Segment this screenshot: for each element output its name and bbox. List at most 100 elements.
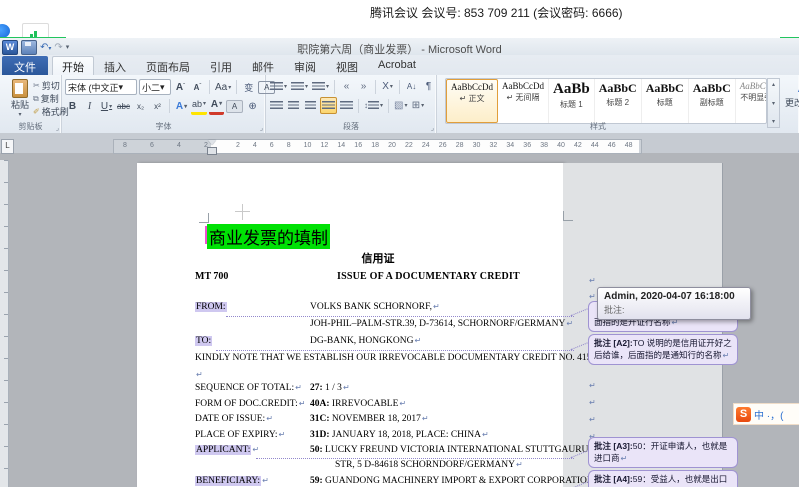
- tab-审阅[interactable]: 审阅: [284, 56, 326, 75]
- numbering-button[interactable]: ▾: [290, 79, 309, 94]
- style-item-无间隔[interactable]: AaBbCcDd↵ 无间隔: [498, 79, 549, 123]
- asian-layout-button[interactable]: X▾: [380, 79, 395, 94]
- doc-row[interactable]: ↵: [195, 370, 595, 383]
- tab-开始[interactable]: 开始: [52, 56, 94, 75]
- tab-引用[interactable]: 引用: [200, 56, 242, 75]
- first-line-indent-marker[interactable]: [208, 140, 216, 145]
- ruler-number: 6: [270, 142, 274, 149]
- clipboard-dialog-launcher[interactable]: ⌟: [56, 124, 59, 132]
- input-method-bar[interactable]: S 中 ·，(: [733, 403, 799, 425]
- subscript-button[interactable]: x₂: [133, 99, 148, 114]
- comment-balloon-3[interactable]: 批注 [A3]:50：开证申请人，也就是进口商↵: [588, 437, 738, 468]
- doc-label: TO:: [195, 336, 212, 346]
- ruler-number: 12: [321, 142, 329, 149]
- doc-title-highlighted[interactable]: 商业发票的填制: [207, 224, 330, 249]
- comment-balloon-2[interactable]: 批注 [A2]:TO 说明的是信用证开好之后给谁，后面指的是通知行的名称↵: [588, 334, 738, 365]
- doc-row[interactable]: APPLICANT:↵50: LUCKY FREUND VICTORIA INT…: [195, 445, 595, 458]
- doc-row[interactable]: DATE OF ISSUE:↵31C: NOVEMBER 18, 2017↵: [195, 414, 595, 427]
- doc-value: 50: LUCKY FREUND VICTORIA INTERNATIONAL …: [310, 445, 606, 455]
- font-color-button[interactable]: A▾: [209, 97, 224, 115]
- tab-插入[interactable]: 插入: [94, 56, 136, 75]
- borders-button[interactable]: ⊞▾: [410, 98, 425, 113]
- style-item-标题1[interactable]: AaBb标题 1: [549, 79, 595, 123]
- doc-row[interactable]: KINDLY NOTE THAT WE ESTABLISH OUR IRREVO…: [195, 353, 595, 366]
- underline-button[interactable]: U▾: [99, 99, 114, 114]
- tab-Acrobat[interactable]: Acrobat: [368, 56, 426, 75]
- paragraph-mark: ↵: [195, 370, 203, 380]
- paragraph-mark: ↵: [589, 276, 596, 285]
- align-center-button[interactable]: [286, 98, 301, 113]
- ruler-number: 18: [371, 142, 379, 149]
- phonetic-guide-button[interactable]: 变: [241, 80, 256, 95]
- align-right-button[interactable]: [303, 98, 318, 113]
- tab-页面布局[interactable]: 页面布局: [136, 56, 200, 75]
- doc-mt700[interactable]: MT 700: [195, 271, 228, 282]
- justify-button[interactable]: [320, 97, 337, 114]
- doc-row[interactable]: PLACE OF EXPIRY:↵31D: JANUARY 18, 2018, …: [195, 430, 595, 443]
- italic-button[interactable]: I: [82, 99, 97, 114]
- doc-heading[interactable]: 信用证: [195, 250, 561, 266]
- doc-row[interactable]: SEQUENCE OF TOTAL:↵27: 1 / 3↵: [195, 383, 595, 396]
- bullets-button[interactable]: ▾: [269, 79, 288, 94]
- enclose-characters-button[interactable]: ⊕: [245, 99, 260, 114]
- decrease-indent-button[interactable]: «: [339, 79, 354, 94]
- tab-文件[interactable]: 文件: [2, 56, 48, 75]
- doc-value: VOLKS BANK SCHORNORF,↵: [310, 302, 440, 312]
- doc-value: 31C: NOVEMBER 18, 2017↵: [310, 414, 429, 424]
- line-spacing-button[interactable]: ↕▾: [363, 98, 384, 113]
- doc-label: FORM OF DOC.CREDIT:↵: [195, 399, 305, 409]
- increase-indent-button[interactable]: »: [356, 79, 371, 94]
- comment-balloon-4[interactable]: 批注 [A4]:59：受益人，也就是出口↵: [588, 470, 738, 487]
- change-case-button[interactable]: Aa▾: [214, 80, 232, 95]
- doc-text: KINDLY NOTE THAT WE ESTABLISH OUR IRREVO…: [195, 353, 609, 363]
- doc-issue-title[interactable]: ISSUE OF A DOCUMENTARY CREDIT: [337, 271, 520, 282]
- show-marks-button[interactable]: ¶: [421, 79, 436, 94]
- style-item-标题[interactable]: AaBbC标题: [642, 79, 689, 123]
- shrink-font-button[interactable]: Aˇ: [190, 80, 205, 95]
- style-item-标题2[interactable]: AaBbC标题 2: [595, 79, 642, 123]
- doc-row[interactable]: FORM OF DOC.CREDIT:↵40A: IRREVOCABLE↵: [195, 399, 595, 412]
- doc-row[interactable]: FROM:VOLKS BANK SCHORNORF,↵: [195, 302, 595, 315]
- superscript-button[interactable]: x²: [150, 99, 165, 114]
- style-name: 标题 2: [599, 97, 637, 108]
- horizontal-ruler[interactable]: 8642246810121416182022242628303234363840…: [113, 139, 642, 154]
- tab-视图[interactable]: 视图: [326, 56, 368, 75]
- text-effects-button[interactable]: A▾: [174, 99, 189, 114]
- distribute-button[interactable]: [339, 98, 354, 113]
- change-styles-button[interactable]: A 更改样式 ▾: [783, 79, 799, 116]
- font-size-combo[interactable]: 小二▾: [139, 79, 171, 95]
- sogou-icon[interactable]: S: [736, 407, 751, 422]
- style-name: 标题 1: [553, 99, 590, 110]
- doc-row[interactable]: JOH-PHIL–PALM-STR.39, D-73614, SCHORNORF…: [195, 319, 595, 332]
- vertical-ruler[interactable]: [0, 160, 9, 487]
- font-name-combo[interactable]: 宋体 (中文正▾: [65, 79, 137, 95]
- doc-row[interactable]: TO: DG-BANK, HONGKONG↵: [195, 336, 595, 349]
- paragraph-dialog-launcher[interactable]: ⌟: [431, 124, 434, 132]
- left-indent-marker[interactable]: [207, 147, 217, 155]
- font-dialog-launcher[interactable]: ⌟: [260, 124, 263, 132]
- paragraph-mark: ↵: [589, 398, 596, 407]
- strikethrough-button[interactable]: abc: [116, 99, 131, 114]
- doc-row[interactable]: STR, 5 D-84618 SCHORNDORF/GERMANY↵: [195, 460, 595, 473]
- character-shading-button[interactable]: A: [226, 100, 243, 113]
- bold-button[interactable]: B: [65, 99, 80, 114]
- align-left-button[interactable]: [269, 98, 284, 113]
- multilevel-list-button[interactable]: ▾: [311, 79, 330, 94]
- style-item-正文[interactable]: AaBbCcDd↵ 正文: [446, 79, 498, 123]
- tab-selector[interactable]: L: [1, 139, 14, 154]
- ruler-number: 34: [506, 142, 514, 149]
- paste-button[interactable]: 粘贴 ▾: [5, 79, 35, 119]
- change-styles-icon: A: [783, 79, 799, 96]
- ribbon: 粘贴 ▾ ✂剪切 ⧉复制 ✐格式刷 剪贴板 ⌟ 宋体 (中文正▾ 小二▾ Aˆ …: [0, 75, 799, 134]
- style-item-不明显强调[interactable]: AaBbCcDd不明显强调: [736, 79, 767, 123]
- font-group: 宋体 (中文正▾ 小二▾ Aˆ Aˇ Aa▾ 变 A B I U▾ abc x₂…: [62, 75, 266, 133]
- shading-button[interactable]: ▧▾: [393, 98, 408, 113]
- sort-button[interactable]: A↓: [404, 79, 419, 94]
- grow-font-button[interactable]: Aˆ: [173, 80, 188, 95]
- style-item-副标题[interactable]: AaBbC副标题: [689, 79, 736, 123]
- highlight-color-button[interactable]: ab▾: [191, 97, 207, 115]
- styles-gallery-scrollbar[interactable]: ▴▾▾: [767, 78, 780, 128]
- doc-value: DG-BANK, HONGKONG↵: [310, 336, 421, 346]
- tab-邮件[interactable]: 邮件: [242, 56, 284, 75]
- doc-row[interactable]: BENEFICIARY:↵59: GUANDONG MACHINERY IMPO…: [195, 476, 595, 487]
